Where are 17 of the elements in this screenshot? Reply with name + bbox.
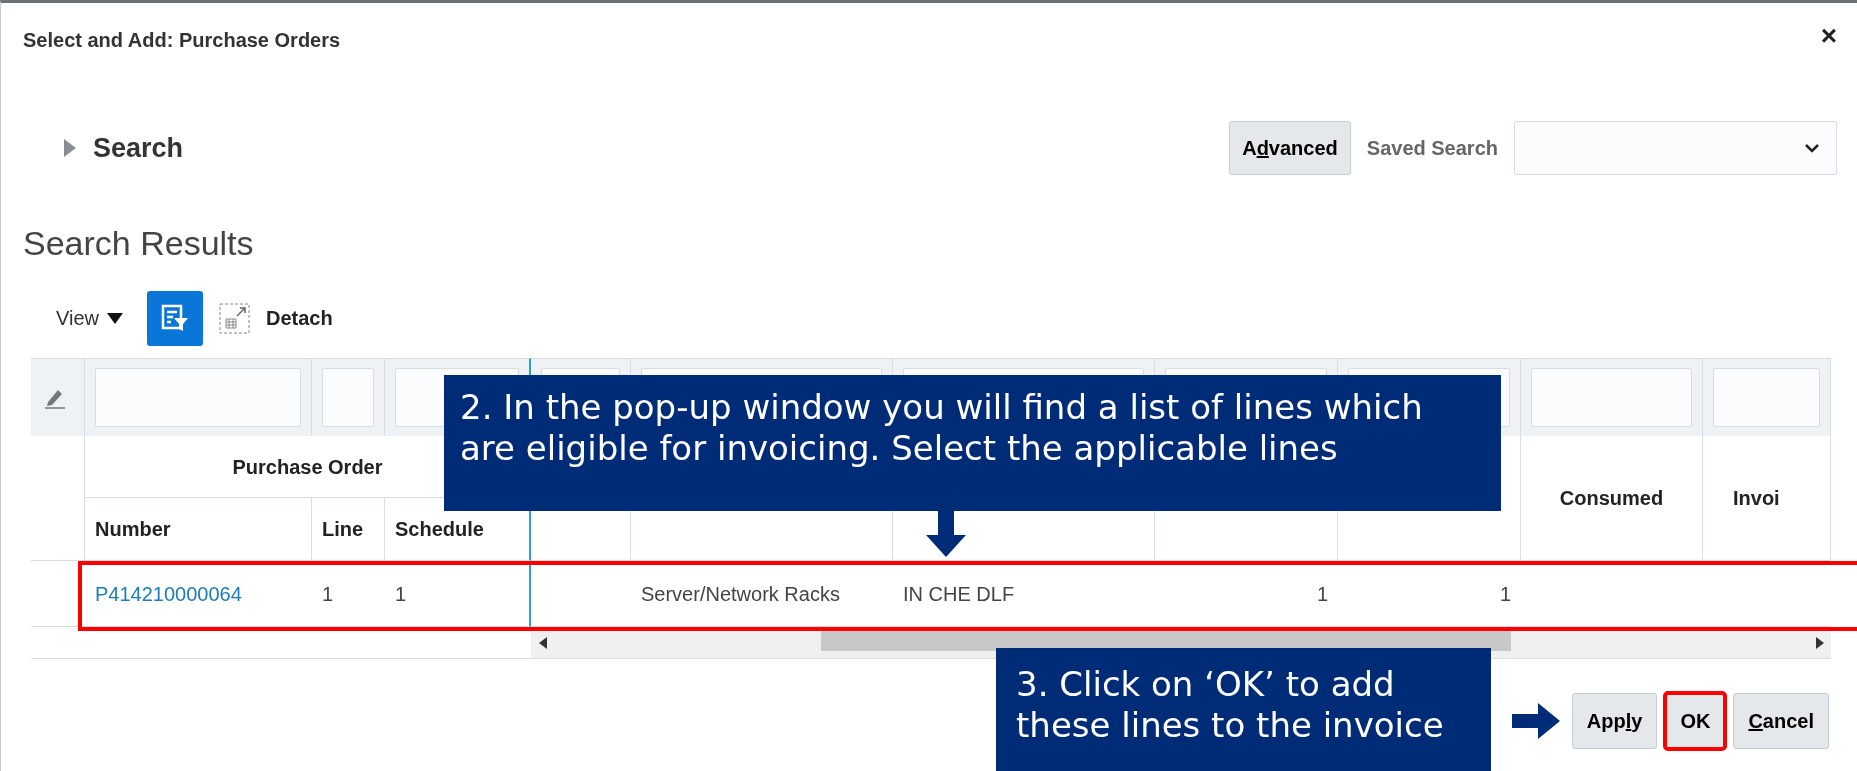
dialog-title: Select and Add: Purchase Orders: [23, 28, 342, 53]
column-header: Invoi: [1733, 486, 1780, 511]
table-cell-text: Server/Network Racks: [641, 581, 840, 607]
saved-search-label: Saved Search: [1366, 136, 1498, 161]
column-header: Schedule: [395, 517, 484, 542]
callout-tooltip: 3. Click on ‘OK’ to add these lines to the invoice: [996, 648, 1491, 771]
table-cell-text: 1: [395, 581, 407, 607]
column-header: Number: [95, 517, 171, 542]
table-cell-text: IN CHE DLF: [903, 581, 1015, 607]
column-header: Line: [322, 517, 364, 542]
column-header: Consumed: [1559, 486, 1664, 511]
results-heading: Search Results: [23, 222, 255, 264]
table-cell-text: 1: [1316, 581, 1328, 607]
table-cell-text: 1: [1499, 581, 1511, 607]
table-cell-text: 1: [322, 581, 334, 607]
search-heading: Search: [93, 131, 184, 165]
column-group-header: Purchase Order: [232, 454, 383, 480]
